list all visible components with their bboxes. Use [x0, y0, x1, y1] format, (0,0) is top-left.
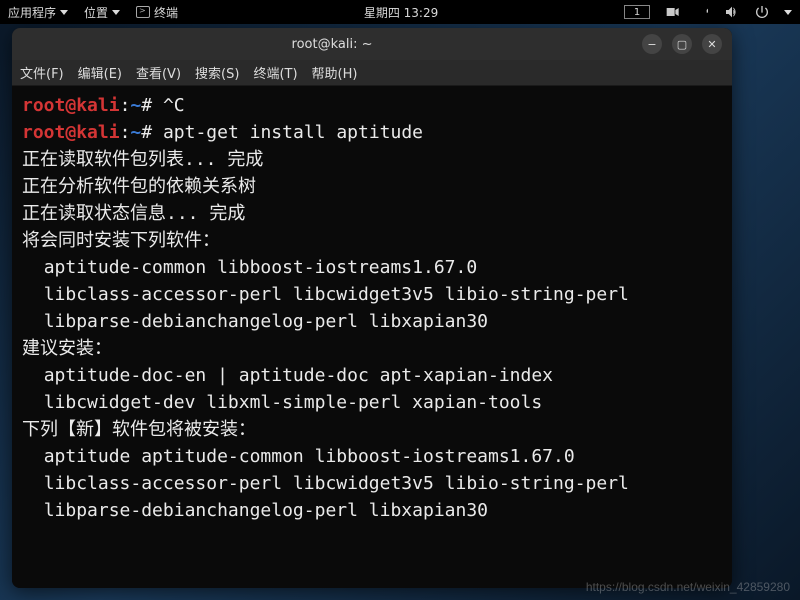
volume-icon[interactable] — [724, 4, 740, 20]
terminal-line: aptitude-common libboost-iostreams1.67.0 — [22, 254, 722, 281]
menu-help[interactable]: 帮助(H) — [312, 63, 358, 82]
window-title: root@kali: ~ — [22, 37, 642, 52]
power-icon[interactable] — [754, 4, 770, 20]
terminal-line: aptitude-doc-en | aptitude-doc apt-xapia… — [22, 362, 722, 389]
terminal-line: 正在分析软件包的依赖关系树 — [22, 173, 722, 200]
menu-view[interactable]: 查看(V) — [136, 63, 181, 82]
watermark: https://blog.csdn.net/weixin_42859280 — [586, 580, 790, 594]
applications-label: 应用程序 — [8, 4, 56, 21]
menu-search[interactable]: 搜索(S) — [195, 63, 239, 82]
menubar: 文件(F) 编辑(E) 查看(V) 搜索(S) 终端(T) 帮助(H) — [12, 60, 732, 86]
terminal-line: libcwidget-dev libxml-simple-perl xapian… — [22, 389, 722, 416]
terminal-window: root@kali: ~ − ▢ ✕ 文件(F) 编辑(E) 查看(V) 搜索(… — [12, 28, 732, 588]
workspace-number: 1 — [634, 7, 640, 18]
terminal-output[interactable]: root@kali:~# ^Croot@kali:~# apt-get inst… — [12, 86, 732, 588]
close-button[interactable]: ✕ — [702, 34, 722, 54]
places-menu[interactable]: 位置 — [84, 4, 120, 21]
menu-terminal[interactable]: 终端(T) — [253, 63, 297, 82]
maximize-button[interactable]: ▢ — [672, 34, 692, 54]
chevron-down-icon — [60, 10, 68, 15]
workspace-indicator[interactable]: 1 — [624, 5, 650, 19]
terminal-line: 建议安装： — [22, 335, 722, 362]
titlebar[interactable]: root@kali: ~ − ▢ ✕ — [12, 28, 732, 60]
terminal-line: root@kali:~# apt-get install aptitude — [22, 119, 722, 146]
terminal-line: libclass-accessor-perl libcwidget3v5 lib… — [22, 470, 722, 497]
applications-menu[interactable]: 应用程序 — [8, 4, 68, 21]
chevron-down-icon — [112, 10, 120, 15]
minimize-button[interactable]: − — [642, 34, 662, 54]
terminal-line: libclass-accessor-perl libcwidget3v5 lib… — [22, 281, 722, 308]
terminal-line: libparse-debianchangelog-perl libxapian3… — [22, 308, 722, 335]
terminal-label: 终端 — [154, 4, 178, 21]
terminal-line: 将会同时安装下列软件： — [22, 227, 722, 254]
places-label: 位置 — [84, 4, 108, 21]
top-panel: 应用程序 位置 终端 星期四 13:29 1 — [0, 0, 800, 24]
terminal-line: 下列【新】软件包将被安装： — [22, 416, 722, 443]
video-record-icon[interactable] — [664, 4, 680, 20]
terminal-launcher[interactable]: 终端 — [136, 4, 178, 21]
datetime-label[interactable]: 星期四 13:29 — [178, 4, 624, 21]
tweak-icon[interactable] — [694, 4, 710, 20]
terminal-line: 正在读取软件包列表... 完成 — [22, 146, 722, 173]
menu-file[interactable]: 文件(F) — [20, 63, 64, 82]
chevron-down-icon — [784, 10, 792, 15]
terminal-line: aptitude aptitude-common libboost-iostre… — [22, 443, 722, 470]
menu-edit[interactable]: 编辑(E) — [78, 63, 122, 82]
terminal-icon — [136, 6, 150, 18]
terminal-line: root@kali:~# ^C — [22, 92, 722, 119]
terminal-line: 正在读取状态信息... 完成 — [22, 200, 722, 227]
terminal-line: libparse-debianchangelog-perl libxapian3… — [22, 497, 722, 524]
